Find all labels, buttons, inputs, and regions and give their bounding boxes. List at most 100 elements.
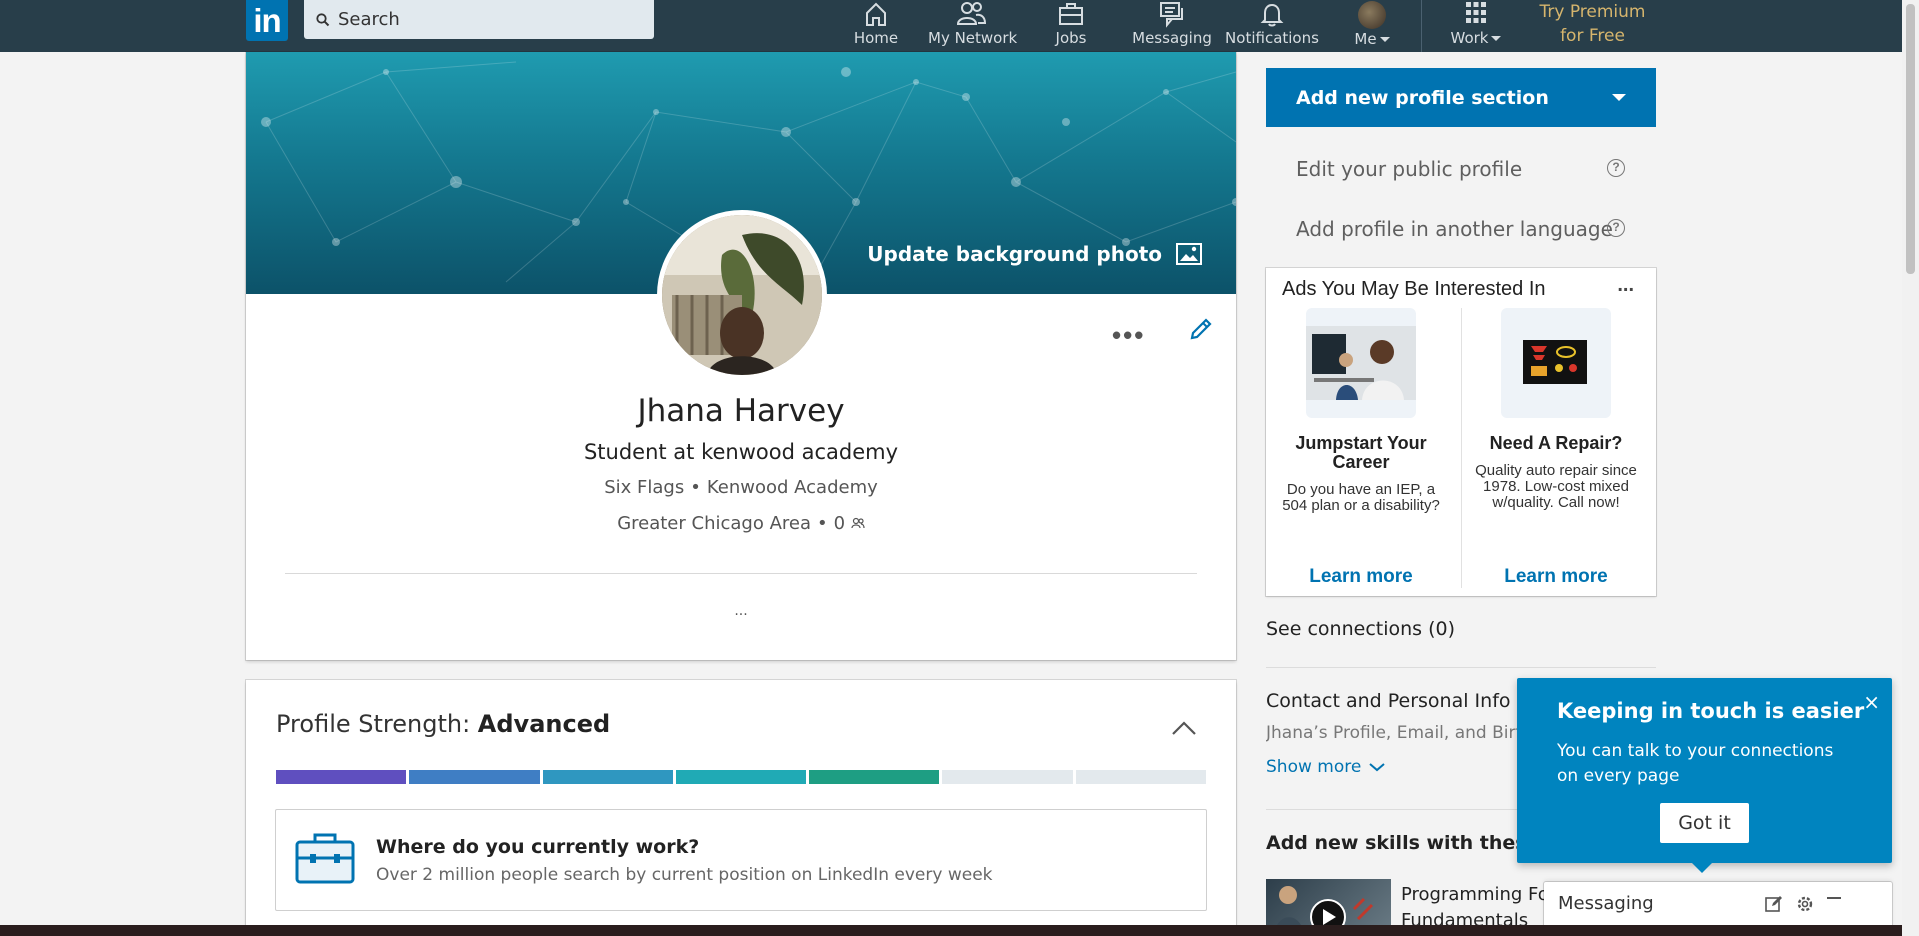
profile-location-connections: Greater Chicago Area • 0 (246, 513, 1236, 534)
nav-notifications[interactable]: Notifications (1225, 0, 1319, 52)
profile-name: Jhana Harvey (637, 393, 845, 429)
nav-work[interactable]: Work (1446, 0, 1506, 52)
nav-home-label: Home (853, 29, 899, 47)
ad-title: Jumpstart Your Career (1295, 433, 1427, 472)
show-more-label: Show more (1266, 757, 1362, 777)
top-nav: in Home My Network Jobs Messaging Notifi… (0, 0, 1902, 52)
update-background-photo-button[interactable]: Update background photo (867, 242, 1202, 266)
search-input[interactable] (338, 9, 628, 30)
work-prompt-title: Where do you currently work? (376, 836, 700, 858)
show-more-summary[interactable]: ... (246, 603, 1236, 619)
search-bar[interactable] (304, 0, 654, 39)
show-more-button[interactable]: Show more (1266, 757, 1385, 777)
page-scrollbar[interactable] (1902, 0, 1919, 936)
nav-jobs[interactable]: Jobs (1041, 0, 1101, 52)
people-icon (851, 517, 865, 529)
school-link[interactable]: Kenwood Academy (707, 477, 878, 498)
taskbar-strip (0, 925, 1902, 936)
nav-my-network[interactable]: My Network (928, 0, 1018, 52)
ad-image (1501, 308, 1611, 418)
keeping-in-touch-tooltip: × Keeping in touch is easier You can tal… (1517, 678, 1892, 873)
nav-messaging[interactable]: Messaging (1132, 0, 1212, 52)
linkedin-logo[interactable]: in (246, 0, 288, 41)
messaging-title: Messaging (1558, 893, 1654, 914)
profile-strength-label: Profile Strength: (276, 710, 471, 738)
current-work-prompt[interactable]: Where do you currently work? Over 2 mill… (275, 809, 1207, 911)
nav-my-network-label: My Network (928, 29, 1018, 47)
ad-image (1306, 308, 1416, 418)
nav-divider (1421, 0, 1422, 52)
profile-strength-level: Advanced (477, 710, 611, 738)
strength-meter-segment (942, 770, 1073, 784)
add-new-profile-section-button[interactable]: Add new profile section (1266, 68, 1656, 127)
scrollbar-thumb[interactable] (1906, 4, 1915, 274)
update-background-label: Update background photo (867, 242, 1162, 266)
contact-info-subtitle: Jhana’s Profile, Email, and Birt (1266, 723, 1523, 743)
me-avatar (1358, 1, 1386, 29)
strength-meter-segment (542, 770, 673, 784)
help-icon[interactable]: ? (1607, 159, 1625, 177)
chevron-up-icon[interactable] (1171, 720, 1197, 736)
gear-icon[interactable] (1795, 894, 1815, 914)
more-actions-button[interactable]: ••• (1112, 320, 1145, 351)
company-link[interactable]: Six Flags (604, 477, 684, 498)
chevron-down-icon (1491, 36, 1502, 41)
premium-line-1: Try Premium (1539, 2, 1646, 22)
tooltip-body: You can talk to your connections on ever… (1557, 741, 1834, 786)
ad-title: Need A Repair? (1489, 433, 1623, 453)
minimize-icon[interactable] (1824, 890, 1844, 910)
close-icon[interactable]: × (1863, 690, 1880, 714)
ads-more-button[interactable]: ... (1617, 274, 1634, 297)
try-premium-link[interactable]: Try Premium for Free (1525, 0, 1660, 48)
grid-icon (1466, 2, 1486, 23)
bullet-separator: • (817, 513, 828, 534)
ad-description: Quality auto repair since 1978. Low-cost… (1475, 462, 1637, 511)
ad-card[interactable]: Need A Repair? Quality auto repair since… (1461, 308, 1651, 511)
ads-title: Ads You May Be Interested In (1282, 278, 1546, 300)
connections-number: 0 (833, 513, 846, 534)
chevron-down-icon (1379, 37, 1390, 42)
profile-strength-card: Profile Strength: Advanced Where do you … (246, 680, 1236, 936)
ad-logo (1523, 340, 1587, 384)
search-icon (316, 12, 330, 26)
ad-photo (1306, 326, 1416, 400)
see-connections-link[interactable]: See connections (0) (1266, 618, 1455, 640)
help-icon[interactable]: ? (1607, 219, 1625, 237)
nav-home[interactable]: Home (844, 0, 908, 52)
premium-line-2: for Free (1560, 26, 1625, 46)
profile-company-school: Six Flags • Kenwood Academy (246, 477, 1236, 498)
connections-count[interactable]: 0 (834, 513, 865, 534)
divider (1266, 667, 1656, 668)
edit-public-profile-link[interactable]: Edit your public profile (1296, 157, 1522, 181)
profile-photo[interactable] (657, 210, 827, 380)
learn-more-link[interactable]: Learn more (1266, 566, 1456, 588)
home-icon (866, 2, 886, 26)
nav-me[interactable]: Me (1350, 0, 1394, 52)
strength-meter-segment (809, 770, 940, 784)
add-section-label: Add new profile section (1296, 86, 1549, 109)
ads-panel: Ads You May Be Interested In ... Jumpsta… (1266, 268, 1656, 596)
image-icon (1176, 243, 1202, 265)
ad-description: Do you have an IEP, a 504 plan or a disa… (1282, 481, 1440, 514)
add-profile-language-link[interactable]: Add profile in another language (1296, 217, 1613, 241)
briefcase-icon (1059, 3, 1083, 25)
compose-icon[interactable] (1764, 894, 1784, 914)
profile-headline: Student at kenwood academy (583, 440, 899, 464)
nav-work-label: Work (1450, 29, 1489, 47)
nav-me-label: Me (1354, 30, 1377, 48)
got-it-button[interactable]: Got it (1660, 803, 1749, 843)
chevron-down-icon (1369, 763, 1385, 772)
network-icon (956, 2, 987, 25)
tooltip-title: Keeping in touch is easier (1557, 699, 1865, 723)
skills-section-title: Add new skills with these co (1266, 832, 1526, 854)
profile-strength-meter (276, 770, 1206, 784)
pencil-icon[interactable] (1188, 316, 1214, 342)
nav-messaging-label: Messaging (1132, 29, 1212, 47)
divider (285, 573, 1197, 574)
profile-strength-title: Profile Strength: Advanced (276, 710, 610, 738)
learn-more-link[interactable]: Learn more (1461, 566, 1651, 588)
ad-card[interactable]: Jumpstart Your Career Do you have an IEP… (1266, 308, 1456, 514)
contact-info-title: Contact and Personal Info (1266, 690, 1511, 712)
briefcase-icon (295, 833, 355, 884)
bullet-separator: • (690, 477, 701, 498)
